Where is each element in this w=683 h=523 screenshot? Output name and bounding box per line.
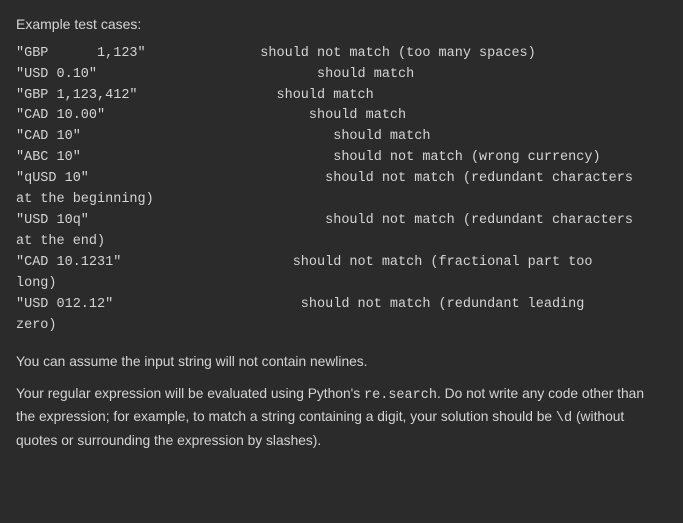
test-row-4: "CAD 10.00" should match [16, 106, 667, 127]
note-2: Your regular expression will be evaluate… [16, 383, 667, 452]
test-cases-block: "GBP 1,123" should not match (too many s… [16, 44, 667, 337]
test-row-8: "USD 10q" should not match (redundant ch… [16, 211, 667, 253]
test-row-10: "USD 012.12" should not match (redundant… [16, 295, 667, 337]
test-row-6: "ABC 10" should not match (wrong currenc… [16, 148, 667, 169]
note2-code1: re.search [364, 388, 437, 403]
note2-part1: Your regular expression will be evaluate… [16, 386, 364, 401]
test-row-2: "USD 0.10" should match [16, 65, 667, 86]
note-1: You can assume the input string will not… [16, 351, 667, 373]
heading: Example test cases: [16, 14, 667, 36]
test-row-7: "qUSD 10" should not match (redundant ch… [16, 169, 667, 211]
test-row-5: "CAD 10" should match [16, 127, 667, 148]
notes-block: You can assume the input string will not… [16, 351, 667, 452]
test-row-3: "GBP 1,123,412" should match [16, 86, 667, 107]
test-row-9: "CAD 10.1231" should not match (fraction… [16, 253, 667, 295]
test-row-1: "GBP 1,123" should not match (too many s… [16, 44, 667, 65]
note2-code2: \d [556, 411, 572, 426]
